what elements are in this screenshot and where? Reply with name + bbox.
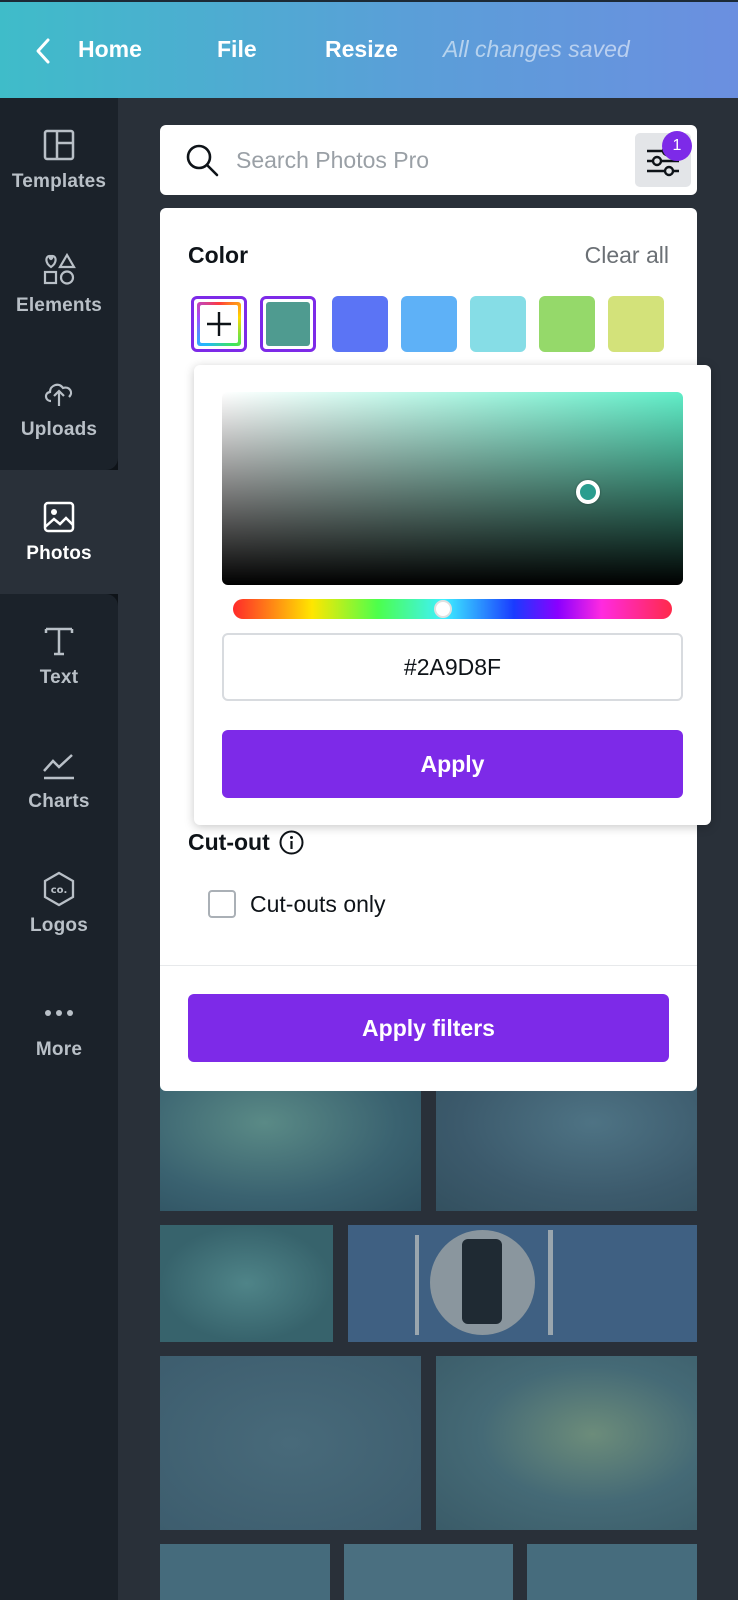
- save-status: All changes saved: [443, 36, 630, 62]
- text-icon: [44, 627, 74, 656]
- apply-color-button[interactable]: Apply: [222, 730, 683, 798]
- cutouts-only-label: Cut-outs only: [250, 890, 386, 917]
- photo-thumbnail[interactable]: [160, 1544, 330, 1600]
- color-swatch[interactable]: [332, 296, 388, 352]
- photo-thumbnail[interactable]: [527, 1544, 697, 1600]
- photo-thumbnail[interactable]: [436, 1085, 697, 1211]
- saturation-value-area[interactable]: [222, 392, 683, 585]
- photo-thumbnail[interactable]: [160, 1356, 421, 1530]
- photo-thumbnail[interactable]: [436, 1356, 697, 1530]
- hex-color-input[interactable]: [222, 633, 683, 701]
- clear-all-button[interactable]: Clear all: [585, 242, 669, 269]
- rail-item-elements[interactable]: Elements: [0, 222, 118, 346]
- rail-item-more[interactable]: More: [0, 966, 118, 1090]
- custom-color-button[interactable]: [191, 296, 247, 352]
- hue-slider-handle[interactable]: [434, 600, 452, 618]
- rail-label: Logos: [30, 915, 88, 936]
- search-bar: Search Photos Pro: [160, 125, 697, 195]
- color-heading: Color: [188, 242, 249, 268]
- photo-thumbnail[interactable]: [160, 1085, 421, 1211]
- more-dots-icon: [45, 1010, 73, 1016]
- rail-item-logos[interactable]: co. Logos: [0, 842, 118, 966]
- search-input[interactable]: Search Photos Pro: [236, 147, 429, 174]
- side-rail: Templates Elements Uploads Photos Text C…: [0, 98, 118, 1600]
- info-icon[interactable]: [278, 829, 305, 856]
- hue-slider[interactable]: [233, 599, 672, 619]
- cutouts-only-option[interactable]: Cut-outs only: [208, 890, 386, 918]
- photo-thumbnail[interactable]: [348, 1225, 697, 1342]
- top-bar: Home File Resize All changes saved: [0, 0, 738, 98]
- rail-item-text[interactable]: Text: [0, 594, 118, 718]
- color-swatch[interactable]: [470, 296, 526, 352]
- svg-text:co.: co.: [51, 885, 68, 896]
- home-button[interactable]: Home: [78, 36, 142, 63]
- rail-label: Text: [39, 667, 79, 688]
- file-menu[interactable]: File: [217, 36, 257, 63]
- chart-line-icon: [43, 754, 74, 780]
- rail-item-charts[interactable]: Charts: [0, 718, 118, 842]
- color-picker-popover: Apply: [194, 365, 711, 825]
- rail-item-templates[interactable]: Templates: [0, 98, 118, 222]
- filter-count-badge: 1: [662, 131, 692, 161]
- cutout-heading: Cut-out: [188, 829, 305, 856]
- color-swatch[interactable]: [608, 296, 664, 352]
- elements-icon: [43, 252, 76, 285]
- photo-thumbnail[interactable]: [344, 1544, 513, 1600]
- photo-thumbnail[interactable]: [160, 1225, 333, 1342]
- search-icon: [186, 144, 219, 177]
- apply-filters-button[interactable]: Apply filters: [188, 994, 669, 1062]
- chevron-left-icon[interactable]: [30, 34, 58, 68]
- rail-item-uploads[interactable]: Uploads: [0, 346, 118, 470]
- rail-label: More: [35, 1039, 83, 1060]
- color-selector-handle[interactable]: [576, 480, 600, 504]
- color-swatch[interactable]: [401, 296, 457, 352]
- rail-label: Templates: [11, 171, 107, 192]
- rail-label: Elements: [15, 295, 103, 316]
- color-swatch-selected[interactable]: [260, 296, 316, 352]
- resize-button[interactable]: Resize: [325, 36, 398, 63]
- rail-label: Uploads: [20, 419, 98, 440]
- cutouts-only-checkbox[interactable]: [208, 890, 236, 918]
- divider: [160, 965, 697, 966]
- templates-icon: [43, 129, 75, 161]
- upload-cloud-icon: [44, 383, 73, 406]
- rail-label: Charts: [28, 791, 90, 812]
- photo-icon: [43, 501, 75, 533]
- plus-icon: [207, 312, 231, 336]
- logo-badge-icon: co.: [43, 871, 75, 907]
- rail-label: Photos: [26, 543, 92, 564]
- color-swatch[interactable]: [539, 296, 595, 352]
- rail-item-photos[interactable]: Photos: [0, 470, 118, 594]
